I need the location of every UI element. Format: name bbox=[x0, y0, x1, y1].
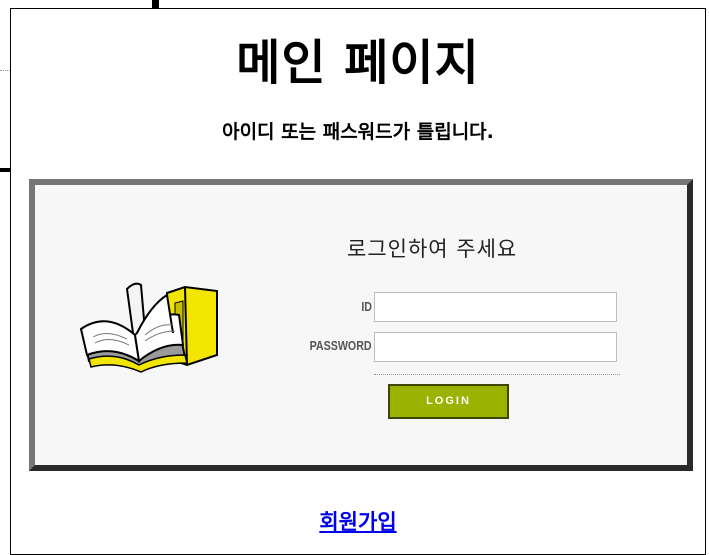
field-divider bbox=[374, 374, 620, 375]
id-input[interactable] bbox=[374, 292, 617, 322]
login-heading: 로그인하여 주세요 bbox=[347, 237, 518, 261]
password-label: PASSWORD bbox=[310, 338, 372, 353]
main-page-panel: 메인 페이지 아이디 또는 패스워드가 틀립니다. 로그인하여 주세요 ID P… bbox=[10, 8, 706, 555]
login-error-message: 아이디 또는 패스워드가 틀립니다. bbox=[222, 121, 494, 143]
background-divider bbox=[0, 70, 10, 71]
open-book-icon bbox=[79, 282, 218, 373]
signup-link[interactable]: 회원가입 bbox=[11, 506, 705, 536]
login-button[interactable]: LOGIN bbox=[388, 384, 509, 419]
page-title: 메인 페이지 bbox=[236, 35, 480, 91]
login-box: 로그인하여 주세요 ID PASSWORD LOGIN bbox=[29, 179, 693, 471]
password-input[interactable] bbox=[374, 332, 617, 362]
id-label: ID bbox=[361, 299, 372, 314]
